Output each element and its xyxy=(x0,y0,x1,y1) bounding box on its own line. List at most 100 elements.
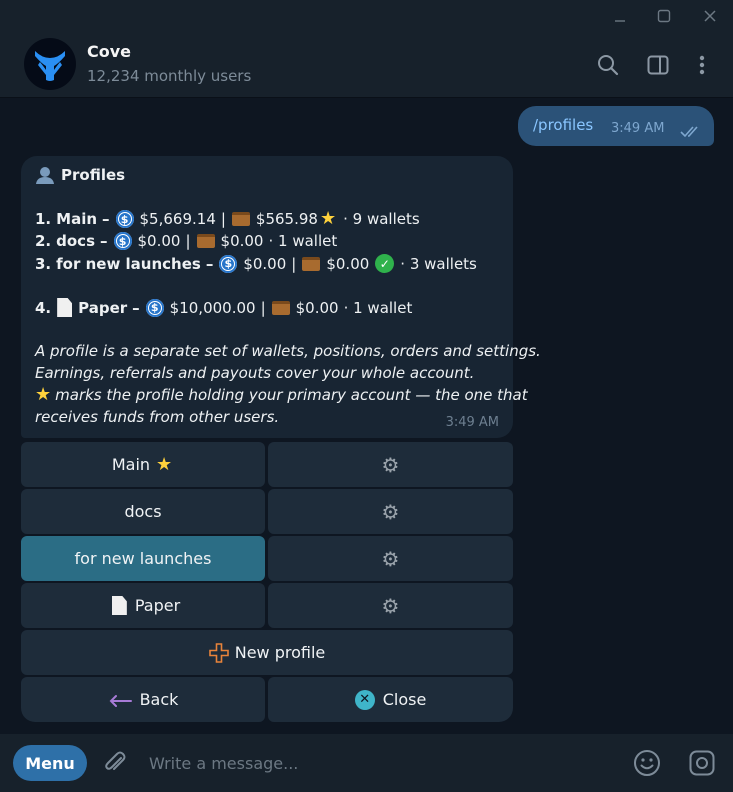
profile-name: for new launches xyxy=(56,254,201,273)
star-icon: ★ xyxy=(35,384,52,405)
positions-value: $565.98 xyxy=(255,210,318,228)
star-icon: ★ xyxy=(156,453,173,475)
camera-icon[interactable] xyxy=(688,749,716,777)
close-icon[interactable] xyxy=(695,6,725,26)
balance: $5,669.14 xyxy=(139,210,216,228)
note-line-4: receives funds from other users. xyxy=(35,408,280,426)
search-icon[interactable] xyxy=(595,52,621,78)
message-text[interactable]: /profiles xyxy=(533,116,593,134)
back-button[interactable]: Back xyxy=(21,677,265,722)
usdc-icon: $ xyxy=(219,254,238,273)
profile-line-2: 2. docs – $ $0.00 | $0.00 · 1 wallet xyxy=(35,232,337,250)
separator: | xyxy=(220,210,226,228)
close-button[interactable]: ✕ Close xyxy=(268,677,513,722)
wallet-count: · 9 wallets xyxy=(343,210,420,228)
document-icon xyxy=(57,298,73,317)
close-circle-icon: ✕ xyxy=(354,689,375,710)
composer: Menu xyxy=(0,734,733,792)
separator: | xyxy=(291,254,297,273)
profile-button-docs[interactable]: docs xyxy=(21,489,265,534)
usdc-icon: $ xyxy=(115,210,134,228)
profile-settings-button-docs[interactable]: ⚙ xyxy=(268,489,513,534)
profile-settings-button-paper[interactable]: ⚙ xyxy=(268,583,513,628)
menu-button[interactable]: Menu xyxy=(13,745,87,781)
message-time: 3:49 AM xyxy=(445,415,499,430)
message-time: 3:49 AM xyxy=(611,121,665,136)
plus-icon xyxy=(208,642,229,663)
minimize-icon[interactable] xyxy=(605,6,635,26)
dash: – xyxy=(102,210,110,228)
balance: $10,000.00 xyxy=(169,298,256,317)
sidebar-toggle-icon[interactable] xyxy=(645,52,671,78)
positions-value: $0.00 xyxy=(295,298,339,317)
profile-name: Main xyxy=(56,210,98,228)
profile-number: 3. xyxy=(35,254,52,273)
emoji-icon[interactable] xyxy=(633,749,661,777)
balance: $0.00 xyxy=(243,254,287,273)
profile-settings-button-main[interactable]: ⚙ xyxy=(268,442,513,487)
gear-icon: ⚙ xyxy=(381,499,400,524)
new-profile-button[interactable]: New profile xyxy=(21,630,513,675)
profile-number: 1. xyxy=(35,210,52,228)
profile-name: docs xyxy=(56,232,96,250)
wallet-count: · 1 wallet xyxy=(268,232,338,250)
positions-value: $0.00 xyxy=(326,254,370,273)
button-label: Back xyxy=(139,690,179,709)
button-label: Main xyxy=(111,455,151,474)
avatar[interactable] xyxy=(24,38,76,90)
profile-line-1: 1. Main – $ $5,669.14 | $565.98 ★ · 9 wa… xyxy=(35,210,420,228)
profile-button-paper[interactable]: Paper xyxy=(21,583,265,628)
more-vert-icon[interactable] xyxy=(689,52,715,78)
dash: – xyxy=(205,254,214,273)
checkmark-icon: ✓ xyxy=(375,254,395,273)
button-label: Paper xyxy=(134,596,181,615)
button-label: for new launches xyxy=(74,549,212,568)
positions-value: $0.00 xyxy=(220,232,264,250)
note-line-2: Earnings, referrals and payouts cover yo… xyxy=(35,364,475,382)
note-line-1: A profile is a separate set of wallets, … xyxy=(35,342,541,360)
profile-number: 2. xyxy=(35,232,52,250)
star-icon: ★ xyxy=(319,208,337,229)
incoming-message: Profiles 1. Main – $ $5,669.14 | $565.98… xyxy=(21,156,541,438)
document-icon xyxy=(111,596,127,615)
usdc-icon: $ xyxy=(145,298,164,317)
usdc-icon: $ xyxy=(113,232,132,250)
briefcase-icon xyxy=(302,256,321,271)
chat-subtitle: 12,234 monthly users xyxy=(87,67,252,85)
profile-line-4: 4. Paper – $ $10,000.00 | $0.00 · 1 wall… xyxy=(35,298,412,317)
window-titlebar xyxy=(0,0,733,32)
profile-number: 4. xyxy=(35,298,52,317)
chat-header: Cove 12,234 monthly users xyxy=(0,32,733,98)
button-label: docs xyxy=(124,502,162,521)
message-input[interactable] xyxy=(140,746,610,780)
heading-text: Profiles xyxy=(61,166,126,184)
gear-icon: ⚙ xyxy=(381,593,400,618)
gear-icon: ⚙ xyxy=(381,546,400,571)
button-label: New profile xyxy=(234,643,326,662)
note-line-3: ★ marks the profile holding your primary… xyxy=(35,384,528,405)
chat-title[interactable]: Cove xyxy=(87,42,131,61)
dash: – xyxy=(132,298,140,317)
maximize-icon[interactable] xyxy=(649,6,679,26)
paperclip-icon[interactable] xyxy=(101,749,129,777)
profile-settings-button-for-new-launches[interactable]: ⚙ xyxy=(268,536,513,581)
note-text: marks the profile holding your primary a… xyxy=(55,386,528,404)
profile-line-3: 3. for new launches – $ $0.00 | $0.00 ✓ … xyxy=(35,254,477,273)
separator: | xyxy=(260,298,266,317)
outgoing-message: /profiles 3:49 AM xyxy=(518,106,714,146)
message-list: /profiles 3:49 AM Profiles 1. Main – $ $… xyxy=(0,98,733,734)
dash: – xyxy=(100,232,108,250)
briefcase-icon xyxy=(231,212,250,226)
wallet-count: · 1 wallet xyxy=(343,298,413,317)
gear-icon: ⚙ xyxy=(381,452,400,477)
briefcase-icon xyxy=(196,234,215,248)
profile-button-for-new-launches[interactable]: for new launches xyxy=(21,536,265,581)
double-check-icon xyxy=(680,123,702,142)
message-heading: Profiles xyxy=(35,166,125,184)
profile-button-main[interactable]: Main ★ xyxy=(21,442,265,487)
user-icon xyxy=(35,166,55,184)
briefcase-icon xyxy=(271,300,290,315)
back-arrow-icon xyxy=(108,693,132,707)
balance: $0.00 xyxy=(137,232,181,250)
button-label: Close xyxy=(382,690,427,709)
